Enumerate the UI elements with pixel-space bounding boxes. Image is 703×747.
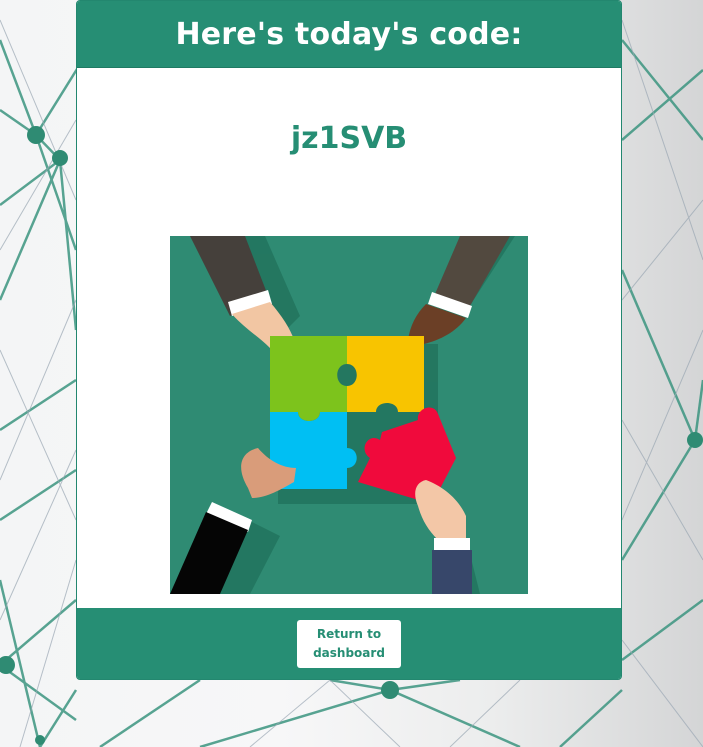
return-to-dashboard-button[interactable]: Return to dashboard [297, 619, 401, 668]
page-title: Here's today's code: [175, 16, 523, 52]
green-puzzle-piece-icon [270, 336, 347, 421]
code-card: Here's today's code: jz1SVB Return to da… [76, 0, 622, 680]
yellow-puzzle-piece-icon [347, 336, 424, 412]
card-header: Here's today's code: [77, 1, 621, 68]
daily-code: jz1SVB [290, 121, 408, 156]
puzzle-hands-illustration [170, 236, 528, 594]
card-footer: Return to dashboard [77, 608, 621, 679]
